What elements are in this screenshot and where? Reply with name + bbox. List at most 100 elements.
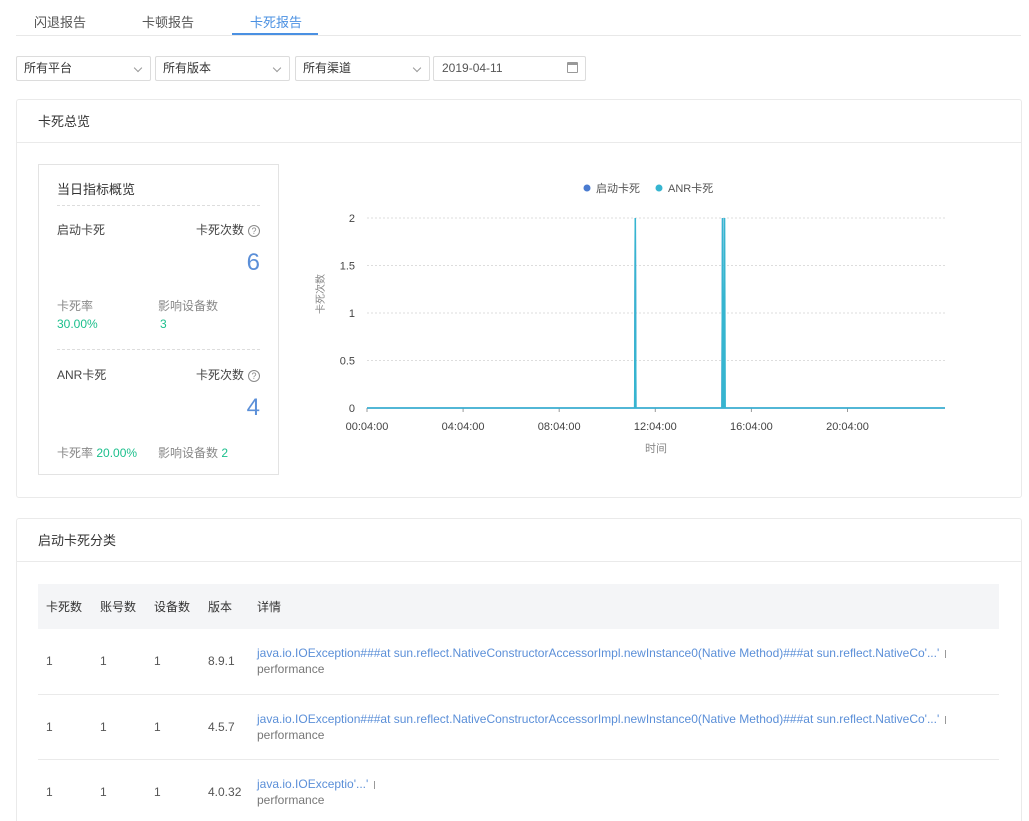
detail-cell: java.io.IOException###at sun.reflect.Nat… (249, 694, 999, 760)
version-cell: 4.0.32 (200, 759, 249, 821)
expand-marker-icon (945, 715, 947, 724)
column-header: 版本 (208, 600, 233, 614)
calendar-icon[interactable] (567, 62, 578, 73)
version-cell: 4.5.7 (200, 694, 249, 760)
y-tick-label: 2 (349, 213, 355, 225)
channel-select-value: 所有渠道 (303, 61, 352, 75)
x-tick-label: 16:04:00 (730, 421, 773, 433)
divider (57, 349, 260, 350)
account-count-cell: 1 (92, 759, 146, 821)
chevron-down-icon (133, 63, 143, 73)
detail-link[interactable]: java.io.IOException###at sun.reflect.Nat… (257, 712, 999, 726)
table-row: 1 1 1 4.0.32 java.io.IOExceptio'...' per… (38, 759, 999, 821)
y-tick-label: 0.5 (340, 356, 355, 368)
anr-devices-value: 2 (221, 446, 229, 460)
anr-count-value: 4 (246, 394, 260, 421)
legend-label: ANR卡死 (668, 182, 713, 195)
legend-label: 启动卡死 (596, 182, 640, 195)
y-axis-label: 卡死次数 (314, 274, 327, 314)
chevron-down-icon (412, 63, 422, 73)
detail-text: java.io.IOException###at sun.reflect.Nat… (257, 711, 940, 726)
device-count-cell: 1 (146, 629, 200, 695)
detail-module: performance (257, 727, 325, 742)
startup-count-label-wrap: 卡死次数? (196, 221, 260, 238)
legend-marker (583, 184, 591, 192)
account-count-cell: 1 (92, 694, 146, 760)
column-header: 卡死数 (46, 600, 83, 614)
daily-summary-card: 当日指标概览 启动卡死 卡死次数? 6 卡死率 30.00% 影响设备数 3 A… (38, 164, 279, 475)
startup-freeze-classification-panel: 启动卡死分类 卡死数 账号数 设备数 版本 详情 1 1 1 8.9.1 jav… (16, 518, 1022, 821)
classification-table: 卡死数 账号数 设备数 版本 详情 1 1 1 8.9.1 java.io.IO… (38, 584, 999, 821)
version-select[interactable]: 所有版本 (155, 56, 290, 81)
anr-rate-wrap: 卡死率 20.00% (57, 444, 137, 461)
freeze-line-chart: 启动卡死 ANR卡死 2 1.5 1 0.5 0 卡死次数 00:04:00 04:04:00 08… (314, 182, 945, 455)
detail-text: java.io.IOException###at sun.reflect.Nat… (257, 646, 940, 661)
chevron-down-icon (272, 63, 282, 73)
platform-select-value: 所有平台 (24, 61, 73, 75)
summary-title: 当日指标概览 (57, 182, 136, 197)
anr-rate-label: 卡死率 (57, 446, 94, 460)
panel-title: 卡死总览 (17, 100, 1021, 143)
help-icon[interactable]: ? (248, 225, 260, 237)
report-tabs: 闪退报告 卡顿报告 卡死报告 (16, 0, 1021, 36)
detail-link[interactable]: java.io.IOException###at sun.reflect.Nat… (257, 646, 999, 660)
active-tab-indicator (232, 33, 318, 35)
version-cell: 8.9.1 (200, 629, 249, 695)
account-count-cell: 1 (92, 629, 146, 695)
tab-crash-report[interactable]: 闪退报告 (34, 12, 86, 31)
freeze-overview-panel: 卡死总览 当日指标概览 启动卡死 卡死次数? 6 卡死率 30.00% 影响设备… (16, 99, 1022, 498)
y-tick-label: 1.5 (340, 261, 355, 273)
startup-devices-value: 3 (160, 317, 167, 331)
x-tick-label: 12:04:00 (634, 421, 677, 433)
device-count-cell: 1 (146, 694, 200, 760)
detail-link[interactable]: java.io.IOExceptio'...' (257, 777, 999, 791)
startup-rate-value: 30.00% (57, 317, 98, 331)
y-tick-label: 1 (349, 308, 355, 320)
x-tick-label: 08:04:00 (538, 421, 581, 433)
tab-freeze-report[interactable]: 卡死报告 (250, 12, 302, 31)
panel-title: 启动卡死分类 (17, 519, 1021, 562)
detail-cell: java.io.IOException###at sun.reflect.Nat… (249, 629, 999, 695)
column-header: 设备数 (154, 600, 191, 614)
freeze-count-cell: 1 (38, 694, 92, 760)
date-picker[interactable]: 2019-04-11 (433, 56, 586, 81)
anr-devices-wrap: 影响设备数 2 (158, 444, 228, 461)
help-icon[interactable]: ? (248, 370, 260, 382)
freeze-chart: 启动卡死 ANR卡死 2 1.5 1 0.5 0 卡死次数 00:04:00 04:04:00 08… (297, 164, 997, 475)
column-header: 详情 (257, 600, 282, 614)
startup-rate-label: 卡死率 (57, 299, 94, 313)
channel-select[interactable]: 所有渠道 (295, 56, 430, 81)
divider (57, 205, 260, 206)
table-header-row: 卡死数 账号数 设备数 版本 详情 (38, 584, 999, 629)
device-count-cell: 1 (146, 759, 200, 821)
x-axis-label: 时间 (645, 442, 667, 455)
startup-freeze-label: 启动卡死 (57, 223, 106, 237)
x-tick-label: 04:04:00 (442, 421, 485, 433)
freeze-count-cell: 1 (38, 629, 92, 695)
startup-count-value: 6 (246, 249, 260, 276)
anr-devices-label: 影响设备数 (158, 446, 219, 460)
anr-count-label-wrap: 卡死次数? (196, 366, 260, 383)
detail-module: performance (257, 792, 325, 807)
legend-marker (655, 184, 663, 192)
anr-count-label: 卡死次数 (195, 368, 244, 382)
expand-marker-icon (945, 650, 947, 659)
column-header: 账号数 (100, 600, 137, 614)
table-row: 1 1 1 4.5.7 java.io.IOException###at sun… (38, 694, 999, 760)
expand-marker-icon (374, 780, 376, 789)
detail-text: java.io.IOExceptio'...' (257, 776, 369, 791)
y-tick-label: 0 (349, 403, 355, 415)
startup-count-label: 卡死次数 (195, 223, 244, 237)
tab-lag-report[interactable]: 卡顿报告 (142, 12, 194, 31)
anr-freeze-label: ANR卡死 (57, 368, 107, 382)
platform-select[interactable]: 所有平台 (16, 56, 151, 81)
startup-devices-label: 影响设备数 (158, 299, 219, 313)
anr-rate-value: 20.00% (96, 446, 138, 460)
detail-cell: java.io.IOExceptio'...' performance (249, 759, 999, 821)
detail-module: performance (257, 662, 325, 677)
freeze-count-cell: 1 (38, 759, 92, 821)
date-value: 2019-04-11 (442, 61, 503, 75)
x-tick-label: 20:04:00 (826, 421, 869, 433)
version-select-value: 所有版本 (163, 61, 212, 75)
x-tick-label: 00:04:00 (346, 421, 389, 433)
